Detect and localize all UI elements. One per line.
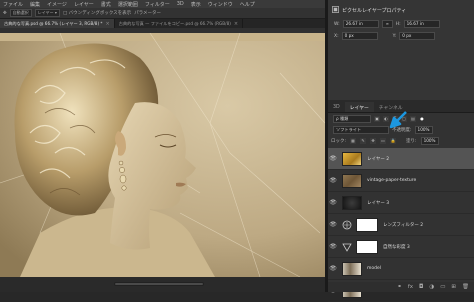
- width-field[interactable]: 26.67 in: [342, 20, 379, 28]
- lock-transparency-icon[interactable]: ▦: [350, 137, 357, 144]
- menu-3d[interactable]: 3D: [177, 1, 184, 7]
- canvas-image: [0, 33, 325, 277]
- layer-target-dropdown[interactable]: レイヤー ▾: [34, 9, 60, 17]
- lock-artboard-icon[interactable]: ▭: [380, 137, 387, 144]
- layer-row-layer-2[interactable]: 👁 レイヤー 2: [328, 148, 474, 170]
- opacity-field[interactable]: 100%: [414, 125, 433, 134]
- layer-name[interactable]: model: [367, 266, 381, 271]
- height-label: H:: [395, 21, 401, 27]
- menu-bar: ファイル 編集 イメージ レイヤー 書式 選択範囲 フィルター 3D 表示 ウィ…: [0, 0, 328, 8]
- smart-object-filter-icon[interactable]: ▤: [410, 115, 416, 122]
- group-folder-icon[interactable]: ▭: [440, 284, 445, 290]
- lock-label: ロック:: [331, 138, 347, 144]
- scrollbar-thumb[interactable]: [114, 282, 204, 286]
- menu-file[interactable]: ファイル: [3, 1, 23, 8]
- layer-thumbnail: [342, 195, 362, 210]
- layer-row-layer-3[interactable]: 👁 レイヤー 3: [328, 192, 474, 214]
- menu-window[interactable]: ウィンドウ: [208, 1, 233, 8]
- layer-name[interactable]: vintage-paper-texture: [367, 178, 416, 183]
- menu-edit[interactable]: 編集: [30, 1, 40, 8]
- y-label: Y:: [392, 33, 397, 39]
- visibility-eye-icon[interactable]: 👁: [328, 265, 338, 272]
- height-field[interactable]: 16.67 in: [403, 20, 440, 28]
- pixel-layer-icon: [332, 6, 339, 13]
- menu-image[interactable]: イメージ: [47, 1, 67, 8]
- add-mask-icon[interactable]: ◘: [419, 284, 423, 290]
- lock-paint-icon[interactable]: ✎: [360, 137, 367, 144]
- adjustment-layer-icon[interactable]: ◑: [429, 284, 434, 290]
- tab-3d[interactable]: 3D: [328, 102, 345, 112]
- options-bar: ✥ 自動選択 レイヤー ▾ □ バウンディングボックスを表示 パラメーター: [0, 8, 325, 19]
- link-layers-icon[interactable]: ⚭: [397, 284, 402, 290]
- properties-panel: ピクセルレイヤープロパティ W: 26.67 in ∞ H: 16.67 in …: [328, 0, 474, 100]
- menu-filter[interactable]: フィルター: [145, 1, 170, 8]
- lock-position-icon[interactable]: ✥: [370, 137, 377, 144]
- x-label: X:: [334, 33, 339, 39]
- layer-name[interactable]: レイヤー 3: [367, 200, 389, 206]
- menu-layer[interactable]: レイヤー: [74, 1, 94, 8]
- layer-list: 👁 レイヤー 2 👁 vintage-paper-texture 👁 レイヤー …: [328, 148, 474, 302]
- document-tab[interactable]: 古典的な写真 — ファイルをコピー.psd @ 66.7% (RGB/8) ×: [115, 19, 244, 28]
- pixel-filter-icon[interactable]: ▣: [374, 115, 380, 122]
- properties-title: ピクセルレイヤープロパティ: [342, 8, 407, 14]
- blend-mode-dropdown[interactable]: ソフトライト: [333, 125, 389, 134]
- document-tab-active[interactable]: 古典的な写真.psd @ 66.7% (レイヤー 3, RGB/8) * ×: [0, 19, 115, 28]
- menu-select[interactable]: 選択範囲: [118, 1, 138, 8]
- position-row: X: 0 px Y: 0 px: [334, 32, 436, 40]
- layer-mask-thumbnail[interactable]: [356, 217, 378, 232]
- layer-thumbnail: [342, 151, 362, 166]
- link-icon[interactable]: ∞: [381, 20, 393, 28]
- fill-label: 塗り:: [406, 138, 417, 144]
- fill-field[interactable]: 100%: [420, 136, 439, 145]
- visibility-eye-icon[interactable]: 👁: [328, 243, 338, 250]
- auto-select-dropdown[interactable]: 自動選択: [9, 9, 32, 17]
- x-field[interactable]: 0 px: [341, 32, 378, 40]
- layers-bottom-bar: ⚭ fx ◘ ◑ ▭ ⊞ 🗑: [328, 282, 474, 292]
- close-icon[interactable]: ×: [106, 21, 110, 27]
- y-field[interactable]: 0 px: [399, 32, 436, 40]
- lock-all-icon[interactable]: 🔒: [390, 137, 397, 144]
- menu-type[interactable]: 書式: [101, 1, 111, 8]
- vibrance-adjustment-icon: [342, 243, 352, 252]
- tab-layers[interactable]: レイヤー: [344, 102, 374, 112]
- layer-name[interactable]: 自然な彩度 3: [383, 244, 410, 250]
- lock-row: ロック: ▦ ✎ ✥ ▭ 🔒 塗り: 100%: [328, 136, 474, 145]
- layer-name[interactable]: レンズフィルター 2: [383, 222, 423, 228]
- width-label: W:: [334, 21, 340, 27]
- annotation-arrow-icon: [389, 111, 407, 129]
- layer-filter-dropdown[interactable]: ρ 種類: [333, 114, 371, 123]
- menu-view[interactable]: 表示: [191, 1, 201, 8]
- filter-toggle-icon[interactable]: ●: [419, 116, 425, 122]
- menu-help[interactable]: ヘルプ: [240, 1, 255, 8]
- fx-icon[interactable]: fx: [408, 284, 413, 290]
- document-tab-label: 古典的な写真.psd @ 66.7% (レイヤー 3, RGB/8) *: [4, 20, 103, 26]
- visibility-eye-icon[interactable]: 👁: [328, 221, 338, 228]
- layer-mask-thumbnail[interactable]: [356, 239, 378, 254]
- visibility-eye-icon[interactable]: 👁: [328, 199, 338, 206]
- layer-row-vibrance[interactable]: 👁 自然な彩度 3: [328, 236, 474, 258]
- width-row: W: 26.67 in ∞ H: 16.67 in: [334, 20, 440, 28]
- layer-thumbnail: [342, 173, 362, 188]
- layer-row-lens-filter[interactable]: 👁 レンズフィルター 2: [328, 214, 474, 236]
- parameter-label: パラメーター: [134, 11, 162, 16]
- bounding-box-checkbox[interactable]: □ バウンディングボックスを表示: [63, 10, 131, 16]
- layer-row-model[interactable]: 👁 model: [328, 258, 474, 280]
- layer-thumbnail: [342, 261, 362, 276]
- move-tool-icon[interactable]: ✥: [3, 11, 7, 16]
- horizontal-scrollbar[interactable]: [0, 277, 325, 292]
- close-icon[interactable]: ×: [234, 21, 238, 27]
- layer-row-vintage-paper[interactable]: 👁 vintage-paper-texture: [328, 170, 474, 192]
- canvas-area[interactable]: [0, 33, 325, 277]
- visibility-eye-icon[interactable]: 👁: [328, 155, 338, 162]
- lens-filter-adjustment-icon: [342, 220, 352, 229]
- document-tab-label: 古典的な写真 — ファイルをコピー.psd @ 66.7% (RGB/8): [118, 20, 231, 26]
- trash-icon[interactable]: 🗑: [462, 284, 469, 290]
- layer-name[interactable]: レイヤー 2: [367, 156, 389, 162]
- visibility-eye-icon[interactable]: 👁: [328, 177, 338, 184]
- new-layer-icon[interactable]: ⊞: [451, 284, 456, 290]
